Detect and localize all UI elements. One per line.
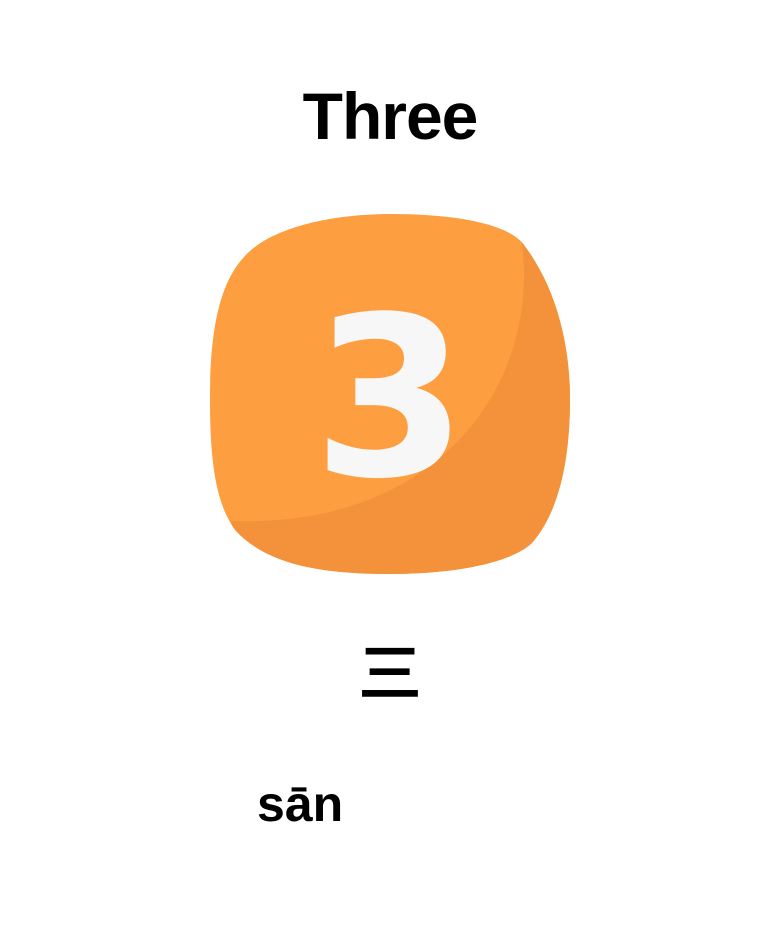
number-three-badge-icon: 3 bbox=[210, 213, 570, 575]
card-title: Three bbox=[302, 79, 479, 153]
pinyin-text: sān bbox=[257, 776, 344, 832]
badge-numeral: 3 bbox=[313, 270, 467, 528]
chinese-character: 三 bbox=[358, 637, 421, 710]
